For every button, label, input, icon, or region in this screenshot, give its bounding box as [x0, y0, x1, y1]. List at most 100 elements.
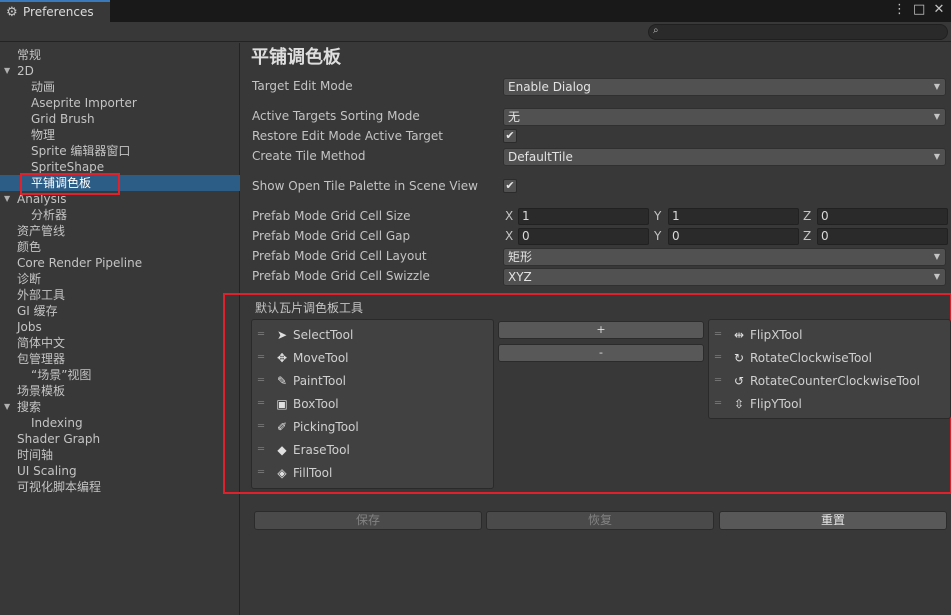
sidebar-item[interactable]: GI 缓存 [0, 303, 240, 319]
sidebar-item[interactable]: Shader Graph [0, 431, 240, 447]
show-open-tile-palette-checkbox[interactable]: ✔ [503, 179, 517, 193]
sidebar-item[interactable]: “场景”视图 [0, 367, 240, 383]
drag-handle-icon[interactable]: ═ [715, 371, 721, 391]
create-tile-method-label: Create Tile Method [252, 149, 366, 163]
tool-item[interactable]: ═ ✥ MoveTool [252, 348, 493, 368]
active-targets-sorting-dropdown[interactable]: 无 ▼ [503, 108, 946, 126]
move-cross-icon: ✥ [276, 351, 288, 365]
sidebar-item[interactable]: 颜色 [0, 239, 240, 255]
sidebar-item[interactable]: ▼ 搜索 [0, 399, 240, 415]
sidebar-item[interactable]: 外部工具 [0, 287, 240, 303]
expand-arrow-icon[interactable]: ▼ [4, 191, 10, 207]
sidebar-item[interactable]: Grid Brush [0, 111, 240, 127]
sidebar-item-label: Aseprite Importer [31, 96, 137, 110]
cell-size-z-field[interactable]: 0 [817, 208, 948, 225]
tool-item[interactable]: ═ ↺ RotateCounterClockwiseTool [709, 371, 950, 391]
maximize-icon[interactable]: □ [913, 2, 925, 17]
sidebar-item[interactable]: Aseprite Importer [0, 95, 240, 111]
cell-swizzle-dropdown[interactable]: XYZ ▼ [503, 268, 946, 286]
tool-item[interactable]: ═ ◈ FillTool [252, 463, 493, 483]
sidebar-item[interactable]: 常规 [0, 47, 240, 63]
cell-gap-x-field[interactable]: 0 [518, 228, 649, 245]
sidebar-item[interactable]: 资产管线 [0, 223, 240, 239]
tool-item[interactable]: ═ ⇳ FlipYTool [709, 394, 950, 414]
drag-handle-icon[interactable]: ═ [715, 348, 721, 368]
expand-arrow-icon[interactable]: ▼ [4, 399, 10, 415]
drag-handle-icon[interactable]: ═ [258, 417, 264, 437]
cell-layout-dropdown[interactable]: 矩形 ▼ [503, 248, 946, 266]
cell-gap-y-field[interactable]: 0 [668, 228, 799, 245]
preferences-tab[interactable]: ⚙ Preferences [0, 0, 110, 22]
cell-layout-value: 矩形 [508, 250, 533, 264]
chevron-down-icon: ▼ [933, 152, 940, 161]
tool-item[interactable]: ═ ✎ PaintTool [252, 371, 493, 391]
sidebar-item-label: Core Render Pipeline [17, 256, 143, 270]
expand-arrow-icon[interactable]: ▼ [4, 63, 10, 79]
window-controls: ⋮ □ ✕ [893, 2, 945, 17]
cell-gap-z-field[interactable]: 0 [817, 228, 948, 245]
rotate-counter-clockwise-icon: ↺ [733, 374, 745, 388]
target-edit-mode-label: Target Edit Mode [252, 79, 353, 93]
x-axis-label: X [505, 229, 514, 243]
sidebar-item[interactable]: 诊断 [0, 271, 240, 287]
tool-label: RotateCounterClockwiseTool [750, 374, 920, 388]
restore-edit-mode-checkbox[interactable]: ✔ [503, 129, 517, 143]
drag-handle-icon[interactable]: ═ [258, 348, 264, 368]
cell-size-x-field[interactable]: 1 [518, 208, 649, 225]
sidebar-item-label: 诊断 [17, 272, 42, 286]
sidebar-item[interactable]: Jobs [0, 319, 240, 335]
revert-button[interactable]: 恢复 [486, 511, 714, 530]
sidebar-item[interactable]: ▼ 2D [0, 63, 240, 79]
drag-handle-icon[interactable]: ═ [715, 394, 721, 414]
tool-label: MoveTool [293, 351, 349, 365]
sidebar-item[interactable]: 包管理器 [0, 351, 240, 367]
sidebar-item[interactable]: 可视化脚本编程 [0, 479, 240, 495]
preferences-main: 平铺调色板 Target Edit Mode Enable Dialog ▼ A… [223, 43, 951, 615]
tool-item[interactable]: ═ ✐ PickingTool [252, 417, 493, 437]
close-icon[interactable]: ✕ [933, 2, 945, 17]
create-tile-method-dropdown[interactable]: DefaultTile ▼ [503, 148, 946, 166]
tool-item[interactable]: ═ ▣ BoxTool [252, 394, 493, 414]
sidebar-item[interactable]: 物理 [0, 127, 240, 143]
sidebar-item-label: 外部工具 [17, 288, 66, 302]
tool-item[interactable]: ═ ◆ EraseTool [252, 440, 493, 460]
sidebar-item-label: 可视化脚本编程 [17, 480, 102, 494]
target-edit-mode-dropdown[interactable]: Enable Dialog ▼ [503, 78, 946, 96]
drag-handle-icon[interactable]: ═ [258, 394, 264, 414]
drag-handle-icon[interactable]: ═ [715, 325, 721, 345]
sidebar-item[interactable]: 动画 [0, 79, 240, 95]
sidebar-item[interactable]: 时间轴 [0, 447, 240, 463]
z-axis-label: Z [803, 209, 812, 223]
z-axis-label: Z [803, 229, 812, 243]
sidebar-item[interactable]: 分析器 [0, 207, 240, 223]
tool-item[interactable]: ═ ⇹ FlipXTool [709, 325, 950, 345]
remove-tool-button[interactable]: - [498, 344, 704, 362]
sidebar-item[interactable]: 简体中文 [0, 335, 240, 351]
sidebar-item-label: 搜索 [17, 400, 42, 414]
sidebar-item[interactable]: Sprite 编辑器窗口 [0, 143, 240, 159]
tool-item[interactable]: ═ ↻ RotateClockwiseTool [709, 348, 950, 368]
drag-handle-icon[interactable]: ═ [258, 463, 264, 483]
sidebar-item[interactable]: Core Render Pipeline [0, 255, 240, 271]
tool-label: PickingTool [293, 420, 359, 434]
sidebar-item-label: 动画 [31, 80, 56, 94]
drag-handle-icon[interactable]: ═ [258, 325, 264, 345]
add-tool-button[interactable]: + [498, 321, 704, 339]
cell-size-y-field[interactable]: 1 [668, 208, 799, 225]
sidebar-item[interactable]: UI Scaling [0, 463, 240, 479]
search-input[interactable]: ⌕ [648, 24, 948, 40]
more-options-icon[interactable]: ⋮ [893, 2, 906, 17]
y-axis-label: Y [654, 229, 662, 243]
sidebar-item-label: Grid Brush [31, 112, 95, 126]
tool-label: PaintTool [293, 374, 347, 388]
reset-button[interactable]: 重置 [719, 511, 947, 530]
sidebar-item[interactable]: Indexing [0, 415, 240, 431]
chevron-down-icon: ▼ [933, 272, 940, 281]
drag-handle-icon[interactable]: ═ [258, 440, 264, 460]
drag-handle-icon[interactable]: ═ [258, 371, 264, 391]
tool-label: FlipYTool [750, 397, 802, 411]
active-targets-sorting-label: Active Targets Sorting Mode [252, 109, 420, 123]
tool-item[interactable]: ═ ➤ SelectTool [252, 325, 493, 345]
save-button[interactable]: 保存 [254, 511, 482, 530]
sidebar-item[interactable]: 场景模板 [0, 383, 240, 399]
